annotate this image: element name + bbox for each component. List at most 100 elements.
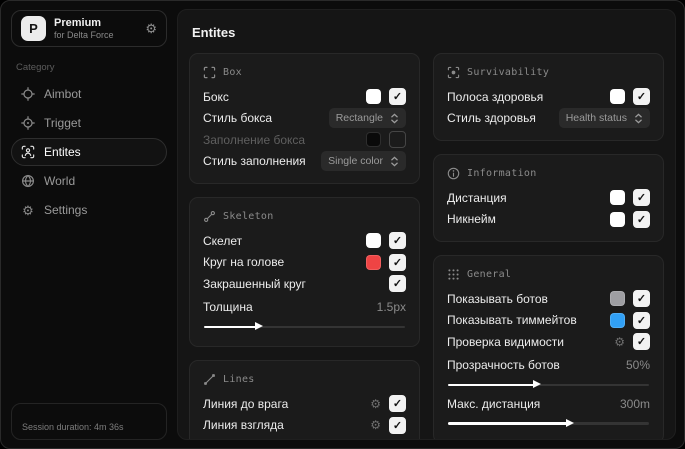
dropdown-value: Single color bbox=[328, 155, 383, 168]
setting-row-nickname: Никнейм ✓ bbox=[447, 209, 650, 231]
sidebar-nav: Aimbot Trigget Entites World ⚙ Settings bbox=[11, 80, 167, 224]
color-swatch[interactable] bbox=[610, 89, 625, 105]
grid-dots-icon bbox=[448, 269, 459, 280]
setting-label: Проверка видимости bbox=[447, 334, 564, 349]
setting-row-filled-circle: Закрашенный круг ✓ bbox=[203, 273, 406, 295]
slider-value: 1.5px bbox=[376, 300, 406, 315]
max-distance-slider[interactable] bbox=[448, 418, 649, 429]
checkbox[interactable]: ✓ bbox=[633, 311, 650, 329]
sidebar-item-label: Trigget bbox=[44, 116, 81, 130]
setting-row-box-fill: Заполнение бокса bbox=[203, 129, 406, 151]
setting-label: Линия взгляда bbox=[203, 418, 284, 433]
setting-label: Полоса здоровья bbox=[447, 89, 544, 104]
setting-label: Показывать ботов bbox=[447, 291, 548, 306]
setting-row-view-line: Линия взгляда ⚙ ✓ bbox=[203, 415, 406, 437]
color-swatch[interactable] bbox=[366, 254, 381, 270]
setting-row-head-circle: Круг на голове ✓ bbox=[203, 252, 406, 274]
sidebar-item-world[interactable]: World bbox=[11, 167, 167, 195]
sidebar-item-label: Aimbot bbox=[44, 87, 82, 101]
sidebar-item-label: Entites bbox=[44, 145, 81, 159]
checkbox[interactable] bbox=[389, 131, 406, 149]
panel-lines-header: Lines bbox=[203, 373, 406, 386]
setting-row-visibility-check: Проверка видимости ⚙ ✓ bbox=[447, 331, 650, 353]
checkbox[interactable]: ✓ bbox=[389, 253, 406, 271]
checkbox[interactable]: ✓ bbox=[389, 88, 406, 106]
slider-fill bbox=[204, 325, 259, 328]
brand-title: Premium bbox=[54, 16, 102, 29]
slider-thumb[interactable] bbox=[565, 418, 574, 427]
checkbox[interactable]: ✓ bbox=[633, 290, 650, 308]
setting-label: Толщина bbox=[203, 300, 253, 315]
session-duration-card: Session duration: 4m 36s bbox=[11, 403, 167, 440]
setting-row-show-bots: Показывать ботов ✓ bbox=[447, 288, 650, 310]
panel-header-label: General bbox=[467, 269, 512, 280]
slider-value: 300m bbox=[619, 396, 650, 411]
sidebar-item-settings[interactable]: ⚙ Settings bbox=[11, 196, 167, 224]
checkbox[interactable]: ✓ bbox=[389, 395, 406, 413]
setting-label: Линия до врага bbox=[203, 396, 289, 411]
setting-label: Стиль бокса bbox=[203, 111, 273, 126]
panel-skeleton-header: Skeleton bbox=[203, 210, 406, 223]
line-settings-gear-icon[interactable]: ⚙ bbox=[370, 419, 381, 431]
color-swatch[interactable] bbox=[366, 89, 381, 105]
panel-box: Box Бокс ✓ Стиль бокса Rectangle Заполне… bbox=[189, 53, 420, 184]
sidebar-item-label: Settings bbox=[44, 203, 88, 217]
sidebar-item-trigget[interactable]: Trigget bbox=[11, 109, 167, 137]
sidebar-item-entites[interactable]: Entites bbox=[11, 138, 167, 166]
panel-columns: Box Бокс ✓ Стиль бокса Rectangle Заполне… bbox=[189, 53, 664, 439]
color-swatch[interactable] bbox=[610, 211, 625, 227]
slider-fill bbox=[448, 383, 537, 386]
setting-row-enemy-line: Линия до врага ⚙ ✓ bbox=[203, 393, 406, 415]
sidebar-item-aimbot[interactable]: Aimbot bbox=[11, 80, 167, 108]
checkbox[interactable]: ✓ bbox=[633, 88, 650, 106]
panel-header-label: Information bbox=[467, 168, 537, 179]
setting-row-distance: Дистанция ✓ bbox=[447, 187, 650, 209]
session-duration-label: Session duration: 4m 36s bbox=[22, 422, 124, 432]
setting-label: Скелет bbox=[203, 233, 243, 248]
brand-card: P Premium for Delta Force ⚙ bbox=[11, 10, 167, 47]
setting-row-box-style: Стиль бокса Rectangle bbox=[203, 108, 406, 130]
color-swatch[interactable] bbox=[366, 233, 381, 249]
slider-thumb[interactable] bbox=[255, 322, 264, 330]
setting-label: Прозрачность ботов bbox=[447, 358, 560, 373]
chevron-up-down-icon bbox=[391, 113, 398, 124]
setting-label: Макс. дистанция bbox=[447, 396, 541, 411]
checkbox[interactable]: ✓ bbox=[389, 275, 406, 293]
checkbox[interactable]: ✓ bbox=[389, 232, 406, 250]
line-settings-gear-icon[interactable]: ⚙ bbox=[370, 398, 381, 410]
panel-survivability: Survivability Полоса здоровья ✓ Стиль зд… bbox=[433, 53, 664, 141]
panel-header-label: Box bbox=[223, 67, 242, 78]
setting-row-health-style: Стиль здоровья Health status bbox=[447, 108, 650, 130]
brand-settings-gear-icon[interactable]: ⚙ bbox=[145, 22, 157, 35]
checkbox[interactable]: ✓ bbox=[633, 189, 650, 207]
sidebar-item-label: World bbox=[44, 174, 76, 188]
slider-thumb[interactable] bbox=[533, 380, 542, 388]
color-swatch[interactable] bbox=[366, 132, 381, 148]
panel-information-header: Information bbox=[447, 167, 650, 180]
panel-lines: Lines Линия до врага ⚙ ✓ Линия взгляда ⚙ bbox=[189, 360, 420, 439]
bone-icon bbox=[204, 211, 215, 222]
panel-header-label: Lines bbox=[223, 374, 255, 385]
fill-style-dropdown[interactable]: Single color bbox=[321, 151, 406, 172]
box-style-dropdown[interactable]: Rectangle bbox=[328, 108, 406, 129]
bots-opacity-slider[interactable] bbox=[448, 379, 649, 390]
color-swatch[interactable] bbox=[610, 190, 625, 206]
checkbox[interactable]: ✓ bbox=[633, 210, 650, 228]
setting-label: Дистанция bbox=[447, 190, 507, 205]
checkbox[interactable]: ✓ bbox=[633, 333, 650, 351]
color-swatch[interactable] bbox=[610, 312, 625, 328]
slider-fill bbox=[448, 422, 569, 425]
checkbox[interactable]: ✓ bbox=[389, 416, 406, 434]
dropdown-value: Rectangle bbox=[335, 112, 383, 125]
box-brackets-icon bbox=[203, 66, 216, 79]
panel-information: Information Дистанция ✓ Никнейм ✓ bbox=[433, 154, 664, 242]
health-style-dropdown[interactable]: Health status bbox=[558, 108, 650, 129]
setting-row-bots-opacity: Прозрачность ботов 50% bbox=[447, 355, 650, 377]
visibility-settings-gear-icon[interactable]: ⚙ bbox=[614, 336, 625, 348]
color-swatch[interactable] bbox=[610, 291, 625, 307]
page-title: Entites bbox=[192, 25, 236, 40]
setting-label: Круг на голове bbox=[203, 255, 285, 270]
thickness-slider[interactable] bbox=[204, 321, 405, 332]
focus-target-icon bbox=[447, 66, 460, 79]
panel-skeleton: Skeleton Скелет ✓ Круг на голове ✓ Закра… bbox=[189, 197, 420, 347]
